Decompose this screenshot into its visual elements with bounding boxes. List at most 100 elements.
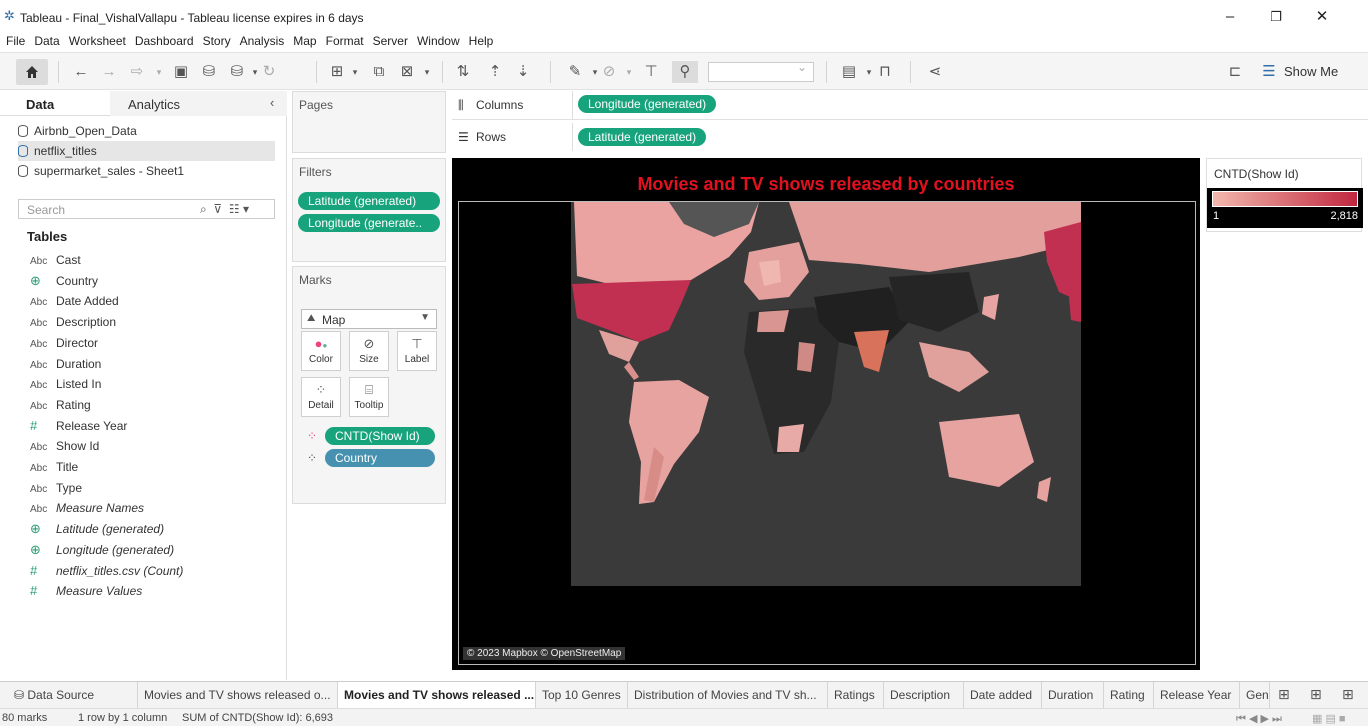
clear-sheet-icon[interactable]: ⊠	[398, 61, 416, 83]
swap-icon[interactable]: ⇅	[454, 61, 472, 83]
sheet-tab[interactable]: Rating	[1104, 682, 1154, 709]
menu-analysis[interactable]: Analysis	[237, 32, 291, 50]
size-card[interactable]: ⊘ Size	[349, 331, 389, 371]
field-item[interactable]: ⊕ Country	[30, 271, 280, 292]
marks-pill-detail[interactable]: Country	[325, 449, 435, 467]
highlight-icon[interactable]: ✎	[566, 61, 584, 83]
filter-pill[interactable]: Latitude (generated)	[298, 192, 440, 210]
field-item[interactable]: # Release Year	[30, 416, 280, 437]
sheet-tab[interactable]: Distribution of Movies and TV sh...	[628, 682, 828, 709]
duplicate-icon[interactable]: ⧉	[370, 61, 388, 83]
save-icon[interactable]: ▣	[172, 61, 190, 83]
menu-server[interactable]: Server	[370, 32, 414, 50]
menu-file[interactable]: File	[3, 32, 31, 50]
datasource-item[interactable]: netflix_titles	[18, 141, 275, 161]
sheet-tab[interactable]: Date added	[964, 682, 1042, 709]
menu-help[interactable]: Help	[466, 32, 500, 50]
tooltip-card[interactable]: ⌸ Tooltip	[349, 377, 389, 417]
filter-pill[interactable]: Longitude (generate..	[298, 214, 440, 232]
label-icon[interactable]: ⊤	[642, 61, 660, 83]
field-item[interactable]: Abc Show Id	[30, 436, 280, 457]
fit-icon[interactable]: ▤	[840, 61, 858, 83]
tab-analytics[interactable]: Analytics	[128, 97, 180, 112]
tab-nav-icon[interactable]: ⏮ ◀ ▶ ⏭	[1236, 712, 1282, 726]
field-item[interactable]: Abc Measure Names	[30, 498, 280, 519]
menu-map[interactable]: Map	[290, 32, 322, 50]
field-item[interactable]: ⊕ Latitude (generated)	[30, 519, 280, 540]
map[interactable]: © 2023 Mapbox © OpenStreetMap	[458, 201, 1196, 665]
menu-worksheet[interactable]: Worksheet	[66, 32, 132, 50]
sheet-tab[interactable]: Movies and TV shows released o...	[138, 682, 338, 709]
view-grid-icon[interactable]: ▦ ▤ ■	[1312, 712, 1346, 725]
view-list-icon[interactable]: ☷ ▾	[229, 202, 249, 216]
fit-dropdown[interactable]	[708, 60, 814, 82]
rows-shelf[interactable]: ☰ Rows Latitude (generated)	[452, 123, 1368, 151]
sort-asc-icon[interactable]: ⇡	[486, 61, 504, 83]
field-item[interactable]: # Measure Values	[30, 581, 280, 602]
sheet-tab[interactable]: Gen	[1240, 682, 1270, 709]
sheet-tab[interactable]: Duration	[1042, 682, 1104, 709]
field-item[interactable]: Abc Date Added	[30, 291, 280, 312]
sheet-tab[interactable]: Top 10 Genres	[536, 682, 628, 709]
columns-pill[interactable]: Longitude (generated)	[578, 95, 717, 113]
new-worksheet-icon[interactable]: ⊞	[1278, 686, 1290, 703]
redo-icon[interactable]: ⇨	[128, 61, 146, 83]
mark-type-dropdown[interactable]: ⛰ Map ▼	[301, 309, 437, 329]
filters-card[interactable]: Filters Latitude (generated) Longitude (…	[292, 158, 446, 262]
new-story-icon[interactable]: ⊞	[1342, 686, 1354, 703]
menu-data[interactable]: Data	[31, 32, 65, 50]
field-item[interactable]: Abc Type	[30, 478, 280, 499]
back-icon[interactable]: ←	[72, 61, 90, 83]
field-item[interactable]: Abc Cast	[30, 250, 280, 271]
search-icon[interactable]: ⌕	[200, 202, 207, 216]
close-button[interactable]: ✕	[1302, 6, 1342, 28]
menu-window[interactable]: Window	[414, 32, 466, 50]
menu-format[interactable]: Format	[323, 32, 370, 50]
field-item[interactable]: Abc Rating	[30, 395, 280, 416]
sort-desc-icon[interactable]: ⇣	[514, 61, 532, 83]
home-button[interactable]	[16, 59, 48, 85]
sheet-tab[interactable]: Ratings	[828, 682, 884, 709]
columns-shelf[interactable]: ⫼ Columns Longitude (generated)	[452, 91, 1368, 119]
datasource-icon[interactable]: ⛁	[228, 61, 246, 83]
pages-card[interactable]: Pages	[292, 91, 446, 153]
add-datasource-icon[interactable]: ⛁	[200, 61, 218, 83]
forward-icon[interactable]: →	[100, 61, 118, 83]
marks-pill-color[interactable]: CNTD(Show Id)	[325, 427, 435, 445]
sheet-tab[interactable]: Release Year	[1154, 682, 1240, 709]
fix-axes-icon[interactable]: ⚲	[672, 61, 698, 83]
sheet-tab[interactable]: Description	[884, 682, 964, 709]
minimize-button[interactable]: –	[1210, 6, 1250, 28]
restore-button[interactable]: ❐	[1256, 6, 1296, 28]
label-card[interactable]: ⊤ Label	[397, 331, 437, 371]
datasource-item[interactable]: supermarket_sales - Sheet1	[18, 161, 275, 181]
collapse-icon[interactable]: ‹	[270, 95, 274, 110]
group-icon[interactable]: ⊘	[600, 61, 618, 83]
tooltip-icon[interactable]: ⊏	[1226, 61, 1244, 83]
sheet-tab-active[interactable]: Movies and TV shows released ...	[338, 682, 536, 709]
field-item[interactable]: Abc Listed In	[30, 374, 280, 395]
new-dashboard-icon[interactable]: ⊞	[1310, 686, 1322, 703]
field-item[interactable]: Abc Description	[30, 312, 280, 333]
color-legend[interactable]: CNTD(Show Id) 1 2,818	[1206, 158, 1363, 232]
show-me-button[interactable]: Show Me	[1284, 61, 1338, 83]
new-worksheet-icon[interactable]: ⊞	[328, 61, 346, 83]
color-card[interactable]: ●● Color	[301, 331, 341, 371]
presentation-icon[interactable]: ⊓	[876, 61, 894, 83]
detail-card[interactable]: ⁘ Detail	[301, 377, 341, 417]
menu-story[interactable]: Story	[200, 32, 237, 50]
rows-pill[interactable]: Latitude (generated)	[578, 128, 707, 146]
tab-data[interactable]: Data	[26, 97, 54, 112]
worksheet-view[interactable]: Movies and TV shows released by countrie…	[452, 158, 1200, 670]
share-icon[interactable]: ⋖	[926, 61, 944, 83]
refresh-icon[interactable]: ↻	[260, 61, 278, 83]
field-item[interactable]: Abc Duration	[30, 354, 280, 375]
world-map[interactable]	[459, 202, 1196, 665]
field-item[interactable]: ⊕ Longitude (generated)	[30, 540, 280, 561]
datasource-item[interactable]: Airbnb_Open_Data	[18, 121, 275, 141]
menu-dashboard[interactable]: Dashboard	[132, 32, 200, 50]
field-item[interactable]: Abc Title	[30, 457, 280, 478]
filter-icon[interactable]: ⊽	[213, 202, 222, 216]
field-item[interactable]: # netflix_titles.csv (Count)	[30, 561, 280, 582]
tab-data-source[interactable]: ⛁ Data Source	[0, 682, 138, 709]
